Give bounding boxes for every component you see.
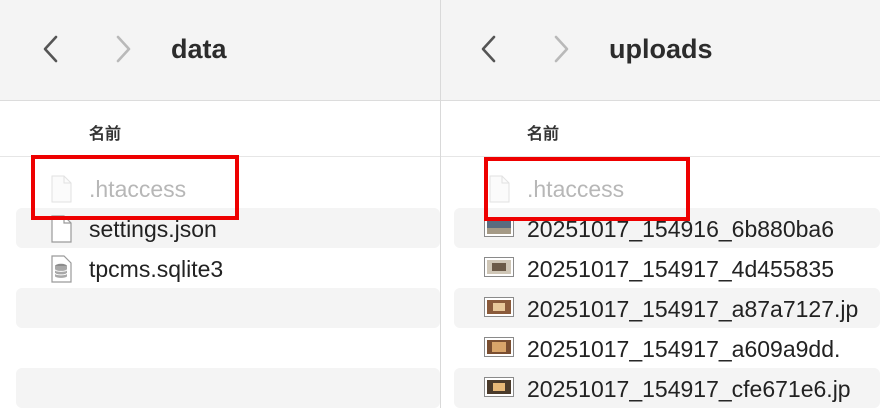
empty-row xyxy=(0,328,440,368)
file-row-image[interactable]: 20251017_154917_4d455835 xyxy=(441,248,880,288)
file-name: 20251017_154917_a609a9dd. xyxy=(527,336,841,362)
back-button[interactable] xyxy=(36,30,66,68)
forward-button[interactable] xyxy=(108,30,138,68)
column-header-label: 名前 xyxy=(89,126,122,143)
file-row-image[interactable]: 20251017_154917_cfe671e6.jp xyxy=(454,368,880,408)
column-header-name[interactable]: 名前 xyxy=(0,102,440,157)
database-icon xyxy=(50,255,72,288)
toolbar: data xyxy=(0,0,440,101)
file-name: 20251017_154917_cfe671e6.jp xyxy=(527,376,851,402)
folder-title: uploads xyxy=(609,34,713,64)
chevron-left-icon xyxy=(43,35,58,63)
document-icon xyxy=(50,175,72,208)
forward-button[interactable] xyxy=(546,30,576,68)
file-name: tpcms.sqlite3 xyxy=(89,256,224,282)
file-name: 20251017_154916_6b880ba6 xyxy=(527,216,834,242)
document-icon xyxy=(50,215,72,248)
file-row-htaccess[interactable]: .htaccess xyxy=(441,168,880,208)
file-name: 20251017_154917_a87a7127.jp xyxy=(527,296,859,322)
file-name: 20251017_154917_4d455835 xyxy=(527,256,834,282)
chevron-left-icon xyxy=(481,35,496,63)
image-thumbnail-icon xyxy=(484,217,514,242)
column-header-label: 名前 xyxy=(527,126,560,143)
image-thumbnail-icon xyxy=(484,377,514,402)
file-row-tpcms-sqlite3[interactable]: tpcms.sqlite3 xyxy=(0,248,440,288)
toolbar: uploads xyxy=(441,0,880,101)
file-row-htaccess[interactable]: .htaccess xyxy=(0,168,440,208)
image-thumbnail-icon xyxy=(484,297,514,322)
file-name: .htaccess xyxy=(527,176,625,202)
chevron-right-icon xyxy=(554,35,569,63)
file-list: .htaccess settings.json tpcms.sqlite3 xyxy=(0,168,440,408)
chevron-right-icon xyxy=(116,35,131,63)
back-button[interactable] xyxy=(474,30,504,68)
file-name: .htaccess xyxy=(89,176,187,202)
column-header-name[interactable]: 名前 xyxy=(441,102,880,157)
file-row-settings-json[interactable]: settings.json xyxy=(16,208,440,248)
file-row-image[interactable]: 20251017_154917_a87a7127.jp xyxy=(454,288,880,328)
empty-row xyxy=(16,288,440,328)
file-name: settings.json xyxy=(89,216,217,242)
file-row-image[interactable]: 20251017_154916_6b880ba6 xyxy=(454,208,880,248)
document-icon xyxy=(488,175,510,208)
image-thumbnail-icon xyxy=(484,257,514,282)
image-thumbnail-icon xyxy=(484,337,514,362)
file-list: .htaccess 20251017_154916_6b880ba6 20251… xyxy=(441,168,880,408)
folder-title: data xyxy=(171,34,227,64)
finder-window-data: data 名前 .htaccess settings.json tpcms.sq… xyxy=(0,0,440,408)
finder-window-uploads: uploads 名前 .htaccess 20251017_154916_6b8… xyxy=(441,0,880,408)
file-row-image[interactable]: 20251017_154917_a609a9dd. xyxy=(441,328,880,368)
empty-row xyxy=(16,368,440,408)
